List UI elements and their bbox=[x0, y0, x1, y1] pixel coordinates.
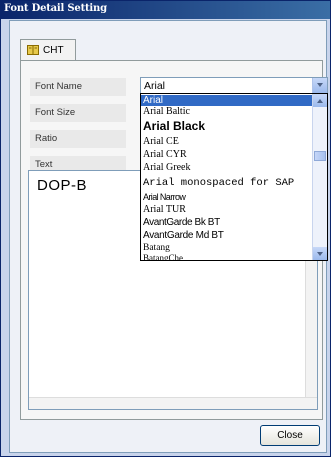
scroll-down-icon[interactable] bbox=[313, 247, 327, 260]
font-name-label: Font Name bbox=[30, 78, 126, 96]
font-size-label: Font Size bbox=[30, 104, 126, 122]
close-button[interactable]: Close bbox=[260, 425, 320, 446]
font-dropdown-list[interactable]: Arial Arial Baltic Arial Black Arial CE … bbox=[140, 93, 328, 261]
text-horizontal-scrollbar[interactable] bbox=[29, 397, 317, 409]
font-option[interactable]: Arial Black bbox=[141, 119, 313, 134]
font-option[interactable]: Arial monospaced for SAP bbox=[141, 176, 313, 190]
book-icon bbox=[27, 45, 39, 55]
title-bar[interactable]: Font Detail Setting bbox=[1, 1, 330, 19]
font-option[interactable]: Arial Greek bbox=[141, 162, 313, 174]
ratio-label: Ratio bbox=[30, 130, 126, 148]
font-option[interactable]: Arial CE bbox=[141, 136, 313, 148]
font-option[interactable]: Arial TUR bbox=[141, 204, 313, 216]
font-option[interactable]: BatangChe bbox=[141, 253, 313, 260]
font-name-select[interactable]: Arial bbox=[140, 77, 328, 94]
font-option[interactable]: AvantGarde Md BT bbox=[141, 230, 313, 242]
font-option[interactable]: Arial CYR bbox=[141, 149, 313, 161]
list-vertical-scrollbar[interactable] bbox=[312, 94, 327, 260]
chevron-down-icon[interactable] bbox=[312, 78, 327, 93]
font-option[interactable]: Arial bbox=[141, 95, 313, 106]
font-option[interactable]: Arial Baltic bbox=[141, 106, 313, 118]
font-option[interactable]: Arial Narrow bbox=[141, 191, 313, 203]
tab-label: CHT bbox=[43, 45, 64, 56]
font-option[interactable]: AvantGarde Bk BT bbox=[141, 217, 313, 229]
text-value: DOP-B bbox=[37, 177, 88, 194]
scroll-up-icon[interactable] bbox=[313, 94, 327, 107]
tab-cht[interactable]: CHT bbox=[20, 39, 76, 61]
dialog-title: Font Detail Setting bbox=[4, 3, 107, 14]
font-name-value: Arial bbox=[144, 80, 166, 92]
scroll-thumb[interactable] bbox=[314, 151, 326, 161]
